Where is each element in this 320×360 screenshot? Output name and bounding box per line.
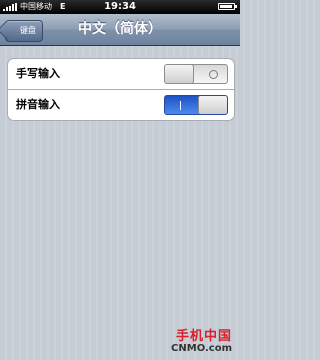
watermark: 手机中国 CNMO.com — [171, 325, 232, 354]
on-indicator-icon — [180, 101, 181, 110]
back-button[interactable]: 键盘 — [5, 20, 43, 42]
off-indicator-icon — [209, 70, 218, 79]
toggle-knob — [165, 65, 194, 83]
back-button-label: 键盘 — [20, 26, 36, 35]
settings-group: 手写输入 拼音输入 — [7, 58, 235, 121]
watermark-brand: 手机中国 — [175, 329, 232, 344]
toggle-knob — [198, 96, 227, 114]
status-bar: 中国移动 E 19:34 — [0, 0, 240, 14]
handwriting-input-row: 手写输入 — [8, 59, 234, 89]
page-title: 中文（简体） — [78, 21, 162, 37]
navigation-bar: 键盘 中文（简体） — [0, 14, 240, 46]
watermark-domain: CNMO.com — [171, 343, 232, 354]
battery-icon — [218, 3, 237, 10]
handwriting-input-label: 手写输入 — [16, 67, 60, 80]
status-time: 19:34 — [104, 1, 136, 12]
pinyin-input-label: 拼音输入 — [16, 98, 60, 111]
pinyin-input-toggle[interactable] — [164, 95, 228, 115]
handwriting-input-toggle[interactable] — [164, 64, 228, 84]
pinyin-input-row: 拼音输入 — [8, 89, 234, 120]
